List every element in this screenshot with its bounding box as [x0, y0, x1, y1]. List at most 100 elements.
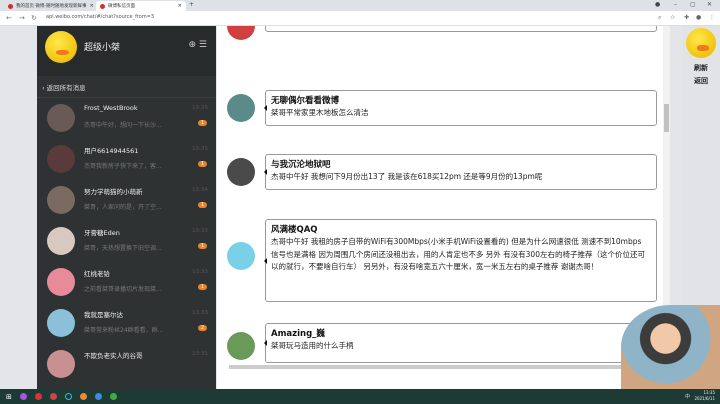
url-field[interactable]: api.weibo.com/chat/#/chat?source_from=3 [46, 14, 154, 20]
conversation-preview: 杰哥我新房子快下来了，客... [84, 163, 162, 170]
conversation-item[interactable]: 不欺负老实人的谷哥 13:31 [37, 344, 216, 385]
unread-badge: 1 [198, 120, 207, 126]
conversation-name: 用户6614944561 [84, 147, 139, 155]
extension-icon[interactable]: ✚ [684, 14, 689, 21]
browser-tab-strip: 我的首页 微博-随时随地发现新鲜事 × 微博私信页面 × + ● – ▢ ✕ [0, 0, 720, 11]
conversation-name: 牙膏糖Eden [84, 229, 120, 237]
tab-label: 我的首页 微博-随时随地发现新鲜事 [16, 4, 87, 9]
close-window-button[interactable]: ✕ [707, 1, 712, 8]
menu-icon[interactable]: ⋮ [709, 14, 715, 21]
browser-tab[interactable]: 我的首页 微博-随时随地发现新鲜事 × [4, 1, 94, 11]
unread-badge: 1 [198, 284, 207, 290]
message-bubble: 脑布局、电路走线有什么建议 [265, 26, 657, 32]
taskbar: ⊞ 中 13:35 2021/6/11 [0, 389, 720, 404]
zoom-icon[interactable]: ⌕ [658, 14, 661, 22]
conversation-avatar [47, 104, 75, 132]
sender-name: 风满楼QAQ [271, 225, 318, 235]
page: 超级小桀 ⊕ ☰ ‹ 返回所有消息 Frost_WestBrook 13:35 … [0, 26, 720, 389]
return-button[interactable]: 返回 [682, 76, 720, 86]
conversation-preview: 之前看桀哥录播切片发现桀... [84, 286, 162, 293]
conversation-item[interactable]: 用户6614944561 13:35 杰哥我新房子快下来了，客... 1 [37, 139, 216, 180]
conversation-name: 不欺负老实人的谷哥 [84, 352, 143, 360]
duck-logo [686, 28, 716, 58]
app-icon[interactable] [79, 393, 87, 400]
refresh-button[interactable]: 刷新 [682, 63, 720, 73]
sender-avatar[interactable] [227, 332, 255, 360]
new-chat-icon[interactable]: ⊕ [189, 40, 197, 50]
message-text: 杰哥中午好 我想问下9月份出13了 我是该在618买12pm 还是等9月份的13… [271, 172, 543, 181]
clock[interactable]: 13:35 2021/6/11 [694, 390, 715, 402]
conversation-avatar [47, 309, 75, 337]
sender-name: Amazing_巍 [271, 329, 325, 339]
conversation-name: Frost_WestBrook [84, 104, 138, 112]
message-text: 桀哥平常家里木地板怎么清洁 [271, 108, 369, 117]
conversation-time: 13:35 [192, 146, 208, 152]
unread-badge: 1 [198, 243, 207, 249]
message-bubble: 与我沉沦地狱吧 杰哥中午好 我想问下9月份出13了 我是该在618买12pm 还… [264, 154, 657, 190]
sender-avatar[interactable] [227, 94, 255, 122]
conversation-item[interactable]: 红桃老铪 13:33 之前看桀哥录播切片发现桀... 1 [37, 262, 216, 303]
user-avatar[interactable] [45, 31, 77, 63]
chat-area: 脑布局、电路走线有什么建议 无聊偶尔看看微博 桀哥平常家里木地板怎么清洁 与我沉… [217, 26, 668, 389]
clock-date: 2021/6/11 [694, 396, 715, 401]
sender-name: 与我沉沦地狱吧 [271, 160, 331, 170]
conversation-time: 13:35 [192, 105, 208, 111]
message-bubble: Amazing_巍 桀哥玩马造用的什么手柄 [264, 323, 657, 363]
conversation-time: 13:33 [192, 228, 208, 234]
message-bubble: 无聊偶尔看看微博 桀哥平常家里木地板怎么清洁 [264, 90, 657, 126]
browser-tab-active[interactable]: 微博私信页面 × [96, 1, 186, 11]
conversation-time: 13:31 [192, 351, 208, 357]
minimize-button[interactable]: – [674, 1, 677, 8]
scroll-thumb[interactable] [664, 104, 669, 132]
conversation-item[interactable]: 我就是塞尔达 13:33 桀哥常来粉丝24群看看，群... 2 [37, 303, 216, 344]
new-tab-button[interactable]: + [189, 1, 194, 8]
conversation-avatar [47, 268, 75, 296]
conversation-sidebar: 超级小桀 ⊕ ☰ ‹ 返回所有消息 Frost_WestBrook 13:35 … [37, 26, 216, 389]
app-icon[interactable] [49, 393, 57, 400]
address-bar: ← → ↻ api.weibo.com/chat/#/chat?source_f… [0, 11, 720, 26]
conversation-preview: 桀哥，天热想置换下旧空调... [84, 245, 162, 252]
conversation-avatar [47, 227, 75, 255]
conversation-time: 13:33 [192, 269, 208, 275]
conversation-preview: 桀哥常来粉丝24群看看，群... [84, 327, 164, 334]
forward-icon[interactable]: → [19, 14, 25, 22]
conversation-avatar [47, 186, 75, 214]
app-icon[interactable] [19, 393, 27, 400]
app-icon[interactable] [64, 393, 72, 400]
account-icon[interactable]: ● [696, 14, 701, 21]
conversation-preview: 桀哥，人家问的是，开了空... [84, 204, 162, 211]
sidebar-header: 超级小桀 ⊕ ☰ [37, 26, 216, 76]
conversation-name: 努力学萌猫的小萌新 [84, 188, 143, 196]
back-to-all-messages[interactable]: ‹ 返回所有消息 [37, 76, 216, 98]
weibo-icon [100, 3, 105, 9]
conversation-avatar [47, 350, 75, 378]
ime-indicator[interactable]: 中 [685, 393, 690, 400]
close-icon[interactable]: × [90, 3, 94, 9]
app-icon[interactable] [94, 393, 102, 400]
conversation-item[interactable]: 努力学萌猫的小萌新 13:34 桀哥，人家问的是，开了空... 1 [37, 180, 216, 221]
message-bubble: 风满楼QAQ 杰哥中午好 我租的房子自带的WiFi有300Mbps(小米手机Wi… [264, 219, 657, 302]
conversation-preview: 杰哥中午好，想问一下长沙... [84, 122, 162, 129]
sender-name: 无聊偶尔看看微博 [271, 96, 340, 106]
menu-list-icon[interactable]: ☰ [199, 40, 207, 50]
sender-avatar[interactable] [227, 158, 255, 186]
tab-label: 微博私信页面 [108, 4, 135, 9]
chrome-icon[interactable] [109, 393, 117, 400]
star-icon[interactable]: ☆ [670, 14, 675, 21]
start-icon[interactable]: ⊞ [6, 393, 12, 401]
weibo-icon [8, 3, 13, 9]
profile-icon[interactable]: ● [655, 1, 660, 8]
reload-icon[interactable]: ↻ [31, 14, 37, 22]
horizontal-scrollbar[interactable] [229, 365, 639, 369]
sender-avatar[interactable] [227, 242, 255, 270]
conversation-time: 13:34 [192, 187, 208, 193]
back-icon[interactable]: ← [6, 14, 12, 22]
unread-badge: 2 [198, 325, 207, 331]
weibo-app-icon[interactable] [34, 393, 42, 400]
webcam-overlay [621, 305, 720, 389]
conversation-item[interactable]: 牙膏糖Eden 13:33 桀哥，天热想置换下旧空调... 1 [37, 221, 216, 262]
sender-avatar[interactable] [227, 26, 255, 40]
maximize-button[interactable]: ▢ [690, 1, 696, 8]
close-icon[interactable]: × [178, 3, 182, 9]
conversation-item[interactable]: Frost_WestBrook 13:35 杰哥中午好，想问一下长沙... 1 [37, 98, 216, 139]
